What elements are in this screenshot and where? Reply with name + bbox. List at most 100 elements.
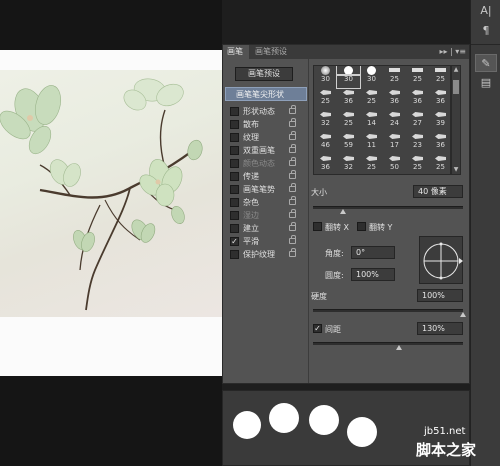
roundness-field[interactable]: 100% — [351, 268, 395, 281]
scroll-thumb[interactable] — [453, 80, 459, 94]
brush-panel-button[interactable]: ✎ — [475, 54, 497, 72]
brush-tip-thumb[interactable] — [406, 154, 429, 163]
brush-tip-thumb[interactable] — [337, 154, 360, 163]
lock-icon[interactable] — [289, 196, 296, 205]
hardness-slider-knob[interactable] — [460, 312, 466, 317]
lock-icon[interactable] — [289, 183, 296, 192]
brush-shape-icon — [389, 112, 400, 117]
brush-tip-thumb[interactable] — [383, 110, 406, 119]
lock-icon[interactable] — [289, 131, 296, 140]
brush-option-checkbox[interactable]: ✓ — [230, 237, 239, 246]
brush-tip-grid[interactable]: 30 30 30 25 25 25 25 36 25 36 36 36 32 25 14 24 27 39 46 59… — [313, 65, 451, 175]
watermark-site: 脚本之家 — [416, 441, 477, 459]
brush-tip-thumb[interactable] — [406, 110, 429, 119]
brush-tip-thumb[interactable] — [383, 132, 406, 141]
lock-icon[interactable] — [289, 209, 296, 218]
lock-icon[interactable] — [289, 222, 296, 231]
brush-size-number: 25 — [390, 75, 399, 83]
brush-tip-thumb[interactable] — [360, 110, 383, 119]
size-slider-knob[interactable] — [340, 209, 346, 214]
brush-tip-thumb[interactable] — [336, 66, 361, 76]
brush-option-checkbox[interactable] — [230, 120, 239, 129]
brush-tip-thumb[interactable] — [314, 132, 337, 141]
document-canvas[interactable] — [0, 50, 222, 376]
lock-icon[interactable] — [289, 105, 296, 114]
spacing-checkbox[interactable]: ✓ — [313, 324, 322, 333]
brush-option-checkbox[interactable] — [230, 211, 239, 220]
brush-option-checkbox[interactable] — [230, 172, 239, 181]
brush-tip-thumb[interactable] — [406, 132, 429, 141]
brush-option-checkbox[interactable] — [230, 159, 239, 168]
brush-tip-thumb[interactable] — [383, 88, 406, 97]
panel-menu-icon[interactable]: ▸▸ | ▾≡ — [439, 45, 466, 59]
brush-presets-button[interactable]: ▤ — [475, 74, 497, 92]
brush-option-item[interactable]: ✓ 平滑 — [223, 235, 309, 248]
brush-option-item[interactable]: 形状动态 — [223, 105, 309, 118]
scroll-down-icon[interactable]: ▼ — [452, 166, 460, 174]
brush-option-checkbox[interactable] — [230, 250, 239, 259]
spacing-slider[interactable] — [313, 342, 463, 345]
brush-option-item[interactable]: 双重画笔 — [223, 144, 309, 157]
brush-tip-thumb[interactable] — [429, 88, 450, 97]
brush-tip-thumb[interactable] — [314, 110, 337, 119]
hardness-field[interactable]: 100% — [417, 289, 463, 302]
brush-option-item[interactable]: 保护纹理 — [223, 248, 309, 261]
spacing-slider-knob[interactable] — [395, 345, 402, 350]
brush-option-item[interactable]: 散布 — [223, 118, 309, 131]
tab-brush-presets[interactable]: 画笔预设 — [251, 45, 291, 59]
spacing-field[interactable]: 130% — [417, 322, 463, 335]
angle-field[interactable]: 0° — [351, 246, 395, 259]
lock-icon[interactable] — [289, 170, 296, 179]
brush-tip-thumb[interactable] — [429, 154, 450, 163]
brush-tip-thumb[interactable] — [360, 132, 383, 141]
lock-icon[interactable] — [289, 144, 296, 153]
brush-tip-thumb[interactable] — [360, 66, 383, 75]
scroll-up-icon[interactable]: ▲ — [452, 66, 460, 74]
size-field[interactable]: 40 像素 — [413, 185, 463, 198]
brush-presets-button-inline[interactable]: 画笔预设 — [235, 67, 293, 81]
brush-option-item[interactable]: 画笔笔势 — [223, 183, 309, 196]
flip-x-checkbox[interactable] — [313, 222, 322, 231]
brush-tip-thumb[interactable] — [429, 132, 450, 141]
brush-size-number: 36 — [321, 163, 330, 171]
brush-tip-thumb[interactable] — [337, 88, 360, 97]
hardness-slider[interactable] — [313, 309, 463, 312]
brush-option-item[interactable]: 建立 — [223, 222, 309, 235]
brush-option-item[interactable]: 传递 — [223, 170, 309, 183]
lock-icon[interactable] — [289, 157, 296, 166]
brush-tip-thumb[interactable] — [314, 88, 337, 97]
brush-tip-thumb[interactable] — [314, 66, 337, 75]
brush-option-checkbox[interactable] — [230, 107, 239, 116]
brush-tip-thumb[interactable] — [337, 132, 360, 141]
lock-icon[interactable] — [289, 235, 296, 244]
lock-icon[interactable] — [289, 118, 296, 127]
brush-option-checkbox[interactable] — [230, 224, 239, 233]
brush-grid-scrollbar[interactable]: ▲ ▼ — [451, 65, 461, 175]
brush-tip-thumb[interactable] — [406, 88, 429, 97]
brush-option-item[interactable]: 纹理 — [223, 131, 309, 144]
flip-y-checkbox[interactable] — [357, 222, 366, 231]
brush-tip-thumb[interactable] — [429, 110, 450, 119]
brush-option-item[interactable]: 颜色动态 — [223, 157, 309, 170]
brush-tip-thumb[interactable] — [383, 66, 406, 75]
character-panel-button[interactable]: A| — [475, 2, 497, 20]
brush-option-checkbox[interactable] — [230, 185, 239, 194]
tab-brush[interactable]: 画笔 — [223, 45, 249, 59]
brush-option-item[interactable]: 杂色 — [223, 196, 309, 209]
size-slider[interactable] — [313, 206, 463, 209]
brush-option-checkbox[interactable] — [230, 133, 239, 142]
brush-option-item[interactable]: 湿边 — [223, 209, 309, 222]
brush-tip-thumb[interactable] — [383, 154, 406, 163]
brush-tip-shape-item[interactable]: 画笔笔尖形状 — [225, 87, 307, 101]
lock-icon[interactable] — [289, 248, 296, 257]
brush-tip-thumb[interactable] — [314, 154, 337, 163]
brush-tip-thumb[interactable] — [360, 154, 383, 163]
brush-tip-thumb[interactable] — [337, 110, 360, 119]
brush-option-checkbox[interactable] — [230, 198, 239, 207]
brush-tip-thumb[interactable] — [406, 66, 429, 75]
angle-roundness-widget[interactable] — [419, 236, 463, 284]
brush-option-checkbox[interactable] — [230, 146, 239, 155]
brush-tip-thumb[interactable] — [360, 88, 383, 97]
paragraph-panel-button[interactable]: ¶ — [475, 22, 497, 40]
brush-tip-thumb[interactable] — [429, 66, 450, 75]
